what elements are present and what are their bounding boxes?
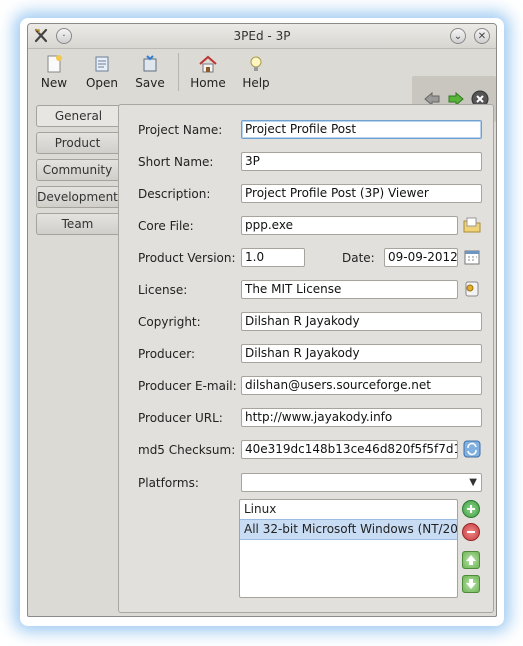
producer-email-field[interactable]: dilshan@users.sourceforge.net <box>241 376 482 395</box>
new-label: New <box>40 76 68 90</box>
tab-community[interactable]: Community <box>36 159 118 181</box>
home-icon <box>199 55 217 73</box>
toolbar-separator <box>178 53 179 91</box>
short-name-field[interactable]: 3P <box>241 152 482 171</box>
open-button[interactable]: Open <box>81 53 123 90</box>
minimize-icon[interactable]: ⌄ <box>450 28 466 44</box>
save-icon <box>143 55 157 72</box>
home-label: Home <box>190 76 226 90</box>
browse-folder-icon[interactable] <box>462 215 482 235</box>
list-item[interactable]: Linux <box>240 500 457 519</box>
chevron-down-icon: ▼ <box>469 477 477 488</box>
home-button[interactable]: Home <box>187 53 229 90</box>
minus-icon <box>467 531 475 533</box>
plus-icon <box>467 505 475 513</box>
move-down-button[interactable] <box>462 575 480 593</box>
save-label: Save <box>135 76 165 90</box>
project-name-label: Project Name: <box>138 123 223 137</box>
app-window: · 3PEd - 3P ⌄ ✕ New Open Save Home Help … <box>27 23 497 617</box>
project-name-field[interactable]: Project Profile Post <box>241 120 482 139</box>
copyright-label: Copyright: <box>138 315 201 329</box>
tab-general[interactable]: General <box>36 105 120 127</box>
md5-checksum-field[interactable]: 40e319dc148b13ce46d820f5f5f7d17f <box>241 440 458 459</box>
help-button[interactable]: Help <box>235 53 277 90</box>
product-version-field[interactable]: 1.0 <box>241 248 305 267</box>
lightbulb-icon <box>250 56 262 71</box>
window-title: 3PEd - 3P <box>233 29 291 43</box>
producer-url-label: Producer URL: <box>138 411 223 425</box>
license-browse-icon[interactable] <box>462 279 482 299</box>
arrow-up-icon <box>466 555 476 565</box>
license-field[interactable]: The MIT License <box>241 280 458 299</box>
license-label: License: <box>138 283 188 297</box>
toolbar: New Open Save Home Help <box>28 49 496 122</box>
core-file-field[interactable]: ppp.exe <box>241 216 458 235</box>
move-up-button[interactable] <box>462 551 480 569</box>
md5-checksum-label: md5 Checksum: <box>138 443 236 457</box>
list-item[interactable]: All 32-bit Microsoft Windows (NT/2000 <box>240 519 457 540</box>
platforms-label: Platforms: <box>138 476 199 490</box>
producer-field[interactable]: Dilshan R Jayakody <box>241 344 482 363</box>
producer-url-field[interactable]: http://www.jayakody.info <box>241 408 482 427</box>
refresh-checksum-icon[interactable] <box>462 439 482 459</box>
platforms-select[interactable]: ▼ <box>241 473 482 492</box>
calendar-icon[interactable] <box>462 247 482 267</box>
titlebar: · 3PEd - 3P ⌄ ✕ <box>28 24 496 49</box>
description-label: Description: <box>138 187 211 201</box>
arrow-down-icon <box>466 579 476 589</box>
open-label: Open <box>85 76 119 90</box>
copyright-field[interactable]: Dilshan R Jayakody <box>241 312 482 331</box>
core-file-label: Core File: <box>138 219 194 233</box>
open-folder-icon <box>95 56 109 72</box>
add-platform-button[interactable] <box>462 500 480 518</box>
close-icon[interactable]: ✕ <box>474 28 490 44</box>
short-name-label: Short Name: <box>138 155 214 169</box>
new-button[interactable]: New <box>33 53 75 90</box>
description-field[interactable]: Project Profile Post (3P) Viewer <box>241 184 482 203</box>
date-label: Date: <box>342 251 375 265</box>
save-button[interactable]: Save <box>129 53 171 90</box>
tab-team[interactable]: Team <box>36 213 118 235</box>
producer-email-label: Producer E-mail: <box>138 379 237 393</box>
help-label: Help <box>242 76 270 90</box>
remove-platform-button[interactable] <box>462 523 480 541</box>
date-field[interactable]: 09-09-2012 <box>384 248 458 267</box>
tab-product[interactable]: Product <box>36 132 118 154</box>
producer-label: Producer: <box>138 347 196 361</box>
new-document-icon <box>47 55 62 73</box>
platforms-list[interactable]: Linux All 32-bit Microsoft Windows (NT/2… <box>239 499 458 598</box>
product-version-label: Product Version: <box>138 251 236 265</box>
tab-development[interactable]: Development <box>36 186 118 208</box>
